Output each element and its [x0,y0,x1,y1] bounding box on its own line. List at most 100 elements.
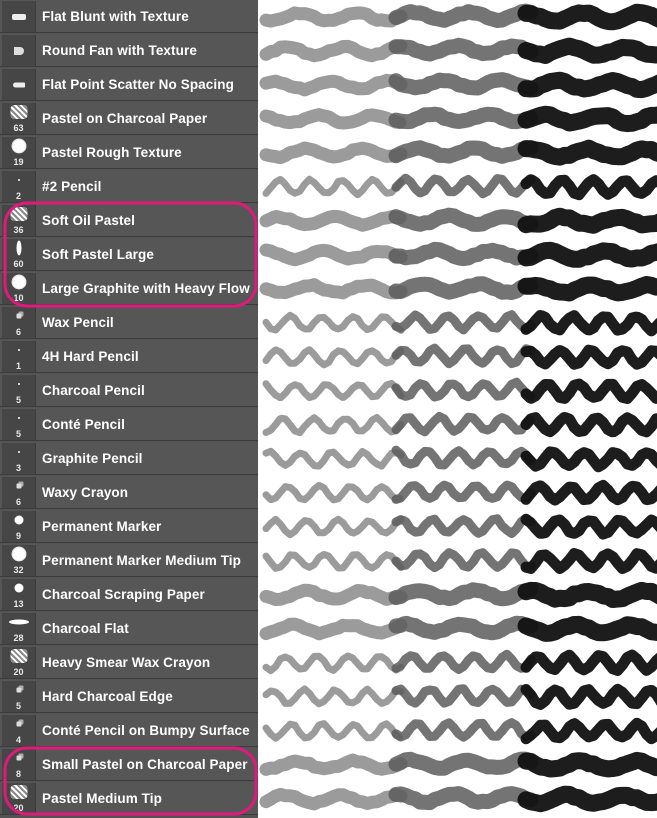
brush-size-label: 1 [15,361,21,371]
brush-preset-row[interactable]: 60 Soft Pastel Large [0,238,258,271]
brush-preset-row[interactable]: 1 4H Hard Pencil [0,340,258,373]
brush-tip-thumbnail: 8 [2,749,36,780]
scatter-tip-icon [16,687,21,693]
brush-preset-row[interactable]: 36 Soft Oil Pastel [0,204,258,237]
flat-blunt-tip-icon [11,14,26,20]
brush-preset-row[interactable]: 32 Permanent Marker Medium Tip [0,544,258,577]
textured-blot-tip-icon [10,105,27,119]
brush-preset-row[interactable]: 5 Hard Charcoal Edge [0,680,258,713]
scatter-tip-icon [16,721,21,727]
brush-stroke-preview [262,411,657,438]
brush-stroke-preview [259,207,657,234]
round-hard-tip-icon [14,583,23,593]
scatter-tip-icon [16,313,21,319]
brush-tip-thumbnail [2,35,36,66]
brush-stroke-preview [262,445,657,473]
brush-preset-row[interactable]: 10 Large Graphite with Heavy Flow [0,272,258,305]
brush-stroke-preview [259,276,657,302]
brush-size-label: 2 [15,191,21,201]
textured-blot-tip-icon [10,785,27,799]
brush-preset-row[interactable]: 2 #2 Pencil [0,170,258,203]
brush-size-label: 20 [13,667,24,677]
brush-name-label: Soft Oil Pastel [42,213,136,228]
brush-preset-row[interactable]: 9 Permanent Marker [0,510,258,543]
brush-stroke-preview [259,105,657,133]
brush-size-label: 3 [15,463,21,473]
brush-stroke-preview [262,479,657,506]
brush-preset-row[interactable]: 5 Charcoal Pencil [0,374,258,407]
brush-stroke-preview [259,139,657,166]
brush-stroke-preview [262,649,657,676]
brush-preset-row[interactable]: 19 Pastel Rough Texture [0,136,258,169]
brush-preset-row[interactable]: Round Fan with Texture [0,34,258,67]
brush-name-label: Permanent Marker Medium Tip [42,553,242,568]
brush-size-label: 60 [13,259,24,269]
brush-name-label: Heavy Smear Wax Crayon [42,655,211,670]
brush-name-label: #2 Pencil [42,179,102,194]
brush-stroke-preview [262,513,657,540]
brush-tip-thumbnail: 13 [2,579,36,610]
brush-tip-thumbnail: 6 [2,477,36,508]
brush-preset-row[interactable]: 4 Conté Pencil on Bumpy Surface [0,714,258,747]
brush-size-label: 10 [13,293,24,303]
brush-size-label: 32 [13,565,24,575]
brush-preset-row[interactable]: 5 Conté Pencil [0,408,258,441]
brush-stroke-preview [259,71,657,99]
brush-name-label: Waxy Crayon [42,485,129,500]
brush-name-label: Conté Pencil [42,417,125,432]
brush-name-label: Charcoal Pencil [42,383,145,398]
round-soft-tip-icon [11,138,26,154]
brush-preset-row[interactable]: 8 Small Pastel on Charcoal Paper [0,748,258,781]
brush-preset-row[interactable]: 13 Charcoal Scraping Paper [0,578,258,611]
brush-tip-thumbnail: 5 [2,681,36,712]
brush-tip-thumbnail: 2 [2,171,36,202]
brush-preset-row[interactable]: 3 Graphite Pencil [0,442,258,475]
brush-stroke-preview [262,683,657,710]
brush-tip-thumbnail: 5 [2,409,36,440]
brush-preset-row[interactable]: Flat Blunt with Texture [0,0,258,33]
brush-preset-row[interactable]: 6 Waxy Crayon [0,476,258,509]
textured-blot-tip-icon [10,649,27,663]
brush-name-label: Flat Blunt with Texture [42,9,189,24]
brush-tip-thumbnail: 19 [2,137,36,168]
brush-name-label: 4H Hard Pencil [42,349,139,364]
brush-name-label: Large Graphite with Heavy Flow [42,281,250,296]
brush-tip-thumbnail: 32 [2,545,36,576]
brush-tip-thumbnail: 60 [2,239,36,270]
brush-stroke-preview [259,37,657,64]
brush-tip-thumbnail: 36 [2,205,36,236]
brush-tip-thumbnail: 5 [2,375,36,406]
round-soft-tip-icon [11,546,26,562]
brush-preset-row[interactable]: 20 Pastel Medium Tip [0,782,258,815]
brush-name-label: Permanent Marker [42,519,162,534]
brush-name-label: Soft Pastel Large [42,247,154,262]
brush-tip-thumbnail [2,69,36,100]
brush-size-label: 5 [15,429,21,439]
round-fan-tip-icon [13,47,24,55]
brush-preset-row[interactable]: 28 Charcoal Flat [0,612,258,645]
brush-preset-row[interactable]: 63 Pastel on Charcoal Paper [0,102,258,135]
brush-size-label: 9 [15,531,21,541]
brush-preset-row[interactable]: 20 Heavy Smear Wax Crayon [0,646,258,679]
brush-name-label: Pastel Rough Texture [42,145,182,160]
scatter-tip-icon [16,755,21,761]
textured-blot-tip-icon [10,207,27,221]
brush-name-label: Pastel Medium Tip [42,791,162,806]
brush-tip-thumbnail: 9 [2,511,36,542]
brush-stroke-preview [262,343,657,370]
round-soft-tip-icon [11,274,26,290]
brush-name-label: Flat Point Scatter No Spacing [42,77,234,92]
brush-preset-row[interactable]: Flat Point Scatter No Spacing [0,68,258,101]
brush-preset-row[interactable]: 6 Wax Pencil [0,306,258,339]
brush-size-label: 6 [15,497,21,507]
brush-stroke-preview [259,241,657,268]
small-dot-tip-icon [17,349,20,351]
brush-name-label: Conté Pencil on Bumpy Surface [42,723,250,738]
brush-size-label: 4 [15,735,21,745]
brush-stroke-preview [259,3,657,31]
brush-tip-thumbnail: 20 [2,783,36,814]
brush-name-label: Graphite Pencil [42,451,143,466]
brush-stroke-preview-area [258,0,657,818]
brush-size-label: 19 [13,157,24,167]
round-hard-tip-icon [14,515,23,525]
